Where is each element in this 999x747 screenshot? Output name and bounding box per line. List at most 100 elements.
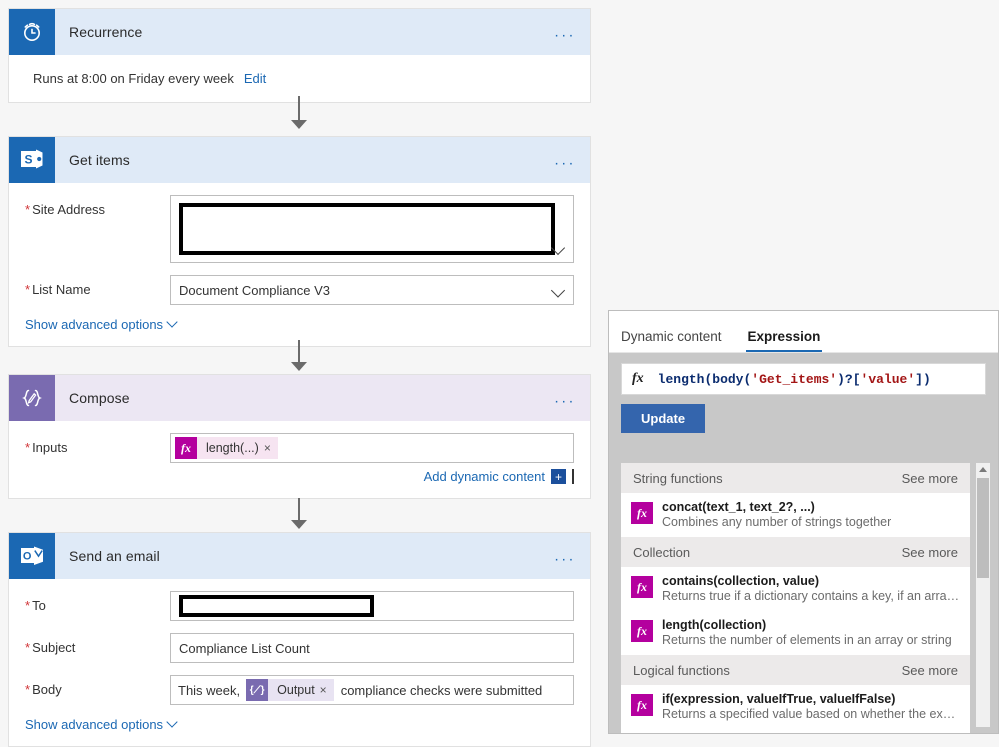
expression-panel: Dynamic content Expression fx length(bod…: [608, 310, 999, 734]
chevron-down-icon[interactable]: [552, 241, 565, 254]
card-header[interactable]: O Send an email ...: [9, 533, 590, 579]
list-name-value: Document Compliance V3: [179, 282, 331, 298]
update-button[interactable]: Update: [621, 404, 706, 433]
card-header[interactable]: S Get items ...: [9, 137, 590, 183]
dynamic-content-token-chip[interactable]: {⟋} Output ×: [246, 679, 334, 701]
edit-link[interactable]: Edit: [244, 71, 266, 86]
card-title: Compose: [69, 390, 130, 406]
required-marker: *: [25, 440, 31, 455]
body-prefix-text: This week,: [178, 682, 241, 698]
field-row-inputs: * Inputs fx length(...) × Add dynamic con…: [25, 433, 574, 484]
required-marker: *: [25, 640, 31, 655]
list-name-input[interactable]: Document Compliance V3: [170, 275, 574, 305]
flow-step-get-items[interactable]: S Get items ... * Site Address * List Na…: [8, 136, 591, 347]
remove-token-icon[interactable]: ×: [264, 441, 278, 455]
update-button-wrap: Update: [609, 395, 998, 443]
flow-step-compose[interactable]: Compose ... * Inputs fx length(...) × Ad…: [8, 374, 591, 499]
expression-input[interactable]: fx length(body('Get_items')?['value']): [621, 363, 986, 395]
group-label: Collection: [633, 544, 691, 560]
advanced-options-row: Show advanced options: [25, 317, 574, 332]
body-suffix-text: compliance checks were submitted: [340, 682, 543, 698]
remove-token-icon[interactable]: ×: [320, 683, 334, 697]
card-title: Send an email: [69, 548, 160, 564]
group-label: String functions: [633, 470, 723, 486]
plus-icon[interactable]: +: [551, 469, 566, 484]
function-description: Returns the number of elements in an arr…: [662, 633, 952, 647]
card-menu-button[interactable]: ...: [554, 25, 576, 40]
to-label: * To: [25, 598, 46, 613]
function-group-header-string-functions: String functions See more: [621, 463, 970, 493]
expression-editor-wrap: fx length(body('Get_items')?['value']): [609, 353, 998, 395]
chevron-down-icon: [168, 718, 177, 727]
field-row-site-address: * Site Address: [25, 195, 574, 263]
function-signature: if(expression, valueIfTrue, valueIfFalse…: [662, 692, 896, 706]
card-menu-button[interactable]: ...: [554, 391, 576, 406]
show-advanced-options-link[interactable]: Show advanced options: [25, 317, 177, 332]
compose-braces-icon: {⟋}: [246, 679, 269, 701]
see-more-link[interactable]: See more: [902, 545, 958, 560]
redacted-value: [179, 203, 555, 255]
body-input[interactable]: This week, {⟋} Output × compliance check…: [170, 675, 574, 705]
card-header[interactable]: Compose ...: [9, 375, 590, 421]
field-row-to: * To: [25, 591, 574, 621]
token-label: Output: [277, 683, 315, 697]
body-label: * Body: [25, 682, 62, 697]
card-header[interactable]: Recurrence ...: [9, 9, 590, 55]
connector-arrow-2: [291, 362, 307, 371]
expr-part-fn2: )?[: [837, 371, 861, 387]
function-description: Returns a specified value based on wheth…: [662, 707, 960, 721]
card-menu-button[interactable]: ...: [554, 153, 576, 168]
flow-step-send-an-email[interactable]: O Send an email ... * To * Subject Compl…: [8, 532, 591, 747]
scrollbar-thumb[interactable]: [977, 478, 989, 578]
see-more-link[interactable]: See more: [902, 471, 958, 486]
connector-arrow-1: [291, 120, 307, 129]
card-menu-button[interactable]: ...: [554, 549, 576, 564]
show-advanced-options-link[interactable]: Show advanced options: [25, 717, 177, 732]
redacted-value: [179, 595, 374, 617]
add-dynamic-content-row: Add dynamic content +: [170, 469, 574, 484]
function-group-header-collection: Collection See more: [621, 537, 970, 567]
sharepoint-icon: S: [9, 137, 55, 183]
function-list[interactable]: String functions See more fx concat(text…: [621, 463, 970, 733]
connector-arrow-3: [291, 520, 307, 529]
function-description: Returns true if a dictionary contains a …: [662, 589, 960, 603]
flow-step-recurrence[interactable]: Recurrence ... Runs at 8:00 on Friday ev…: [8, 8, 591, 103]
panel-tabs: Dynamic content Expression: [609, 311, 998, 353]
function-list-scrollbar[interactable]: [976, 463, 990, 727]
subject-input[interactable]: Compliance List Count: [170, 633, 574, 663]
svg-text:S: S: [24, 153, 32, 167]
tab-dynamic-content[interactable]: Dynamic content: [621, 329, 722, 352]
add-dynamic-content-link[interactable]: Add dynamic content: [424, 469, 545, 484]
required-marker: *: [25, 598, 31, 613]
function-description: Combines any number of strings together: [662, 515, 892, 529]
expression-token-chip[interactable]: fx length(...) ×: [175, 437, 278, 459]
required-marker: *: [25, 202, 31, 217]
required-marker: *: [25, 682, 31, 697]
function-signature: contains(collection, value): [662, 574, 819, 588]
advanced-options-row: Show advanced options: [25, 717, 574, 732]
function-list-item[interactable]: fx length(collection) Returns the number…: [621, 611, 970, 655]
function-list-item[interactable]: fx contains(collection, value) Returns t…: [621, 567, 970, 611]
fx-icon: fx: [632, 371, 644, 386]
function-group-header-logical-functions: Logical functions See more: [621, 655, 970, 685]
expr-part-fn1: length(body(: [657, 371, 752, 387]
see-more-link[interactable]: See more: [902, 663, 958, 678]
list-name-label: * List Name: [25, 282, 91, 297]
panel-callout-pointer: [609, 453, 610, 473]
function-list-item[interactable]: fx concat(text_1, text_2?, ...) Combines…: [621, 493, 970, 537]
required-marker: *: [25, 282, 31, 297]
inputs-input[interactable]: fx length(...) ×: [170, 433, 574, 463]
site-address-input[interactable]: [170, 195, 574, 263]
flow-canvas: Recurrence ... Runs at 8:00 on Friday ev…: [0, 0, 600, 747]
expr-part-str2: 'value': [860, 371, 916, 387]
to-input[interactable]: [170, 591, 574, 621]
text-caret: [572, 469, 574, 484]
chevron-down-icon[interactable]: [552, 284, 565, 297]
scroll-up-arrow-icon[interactable]: [976, 463, 990, 476]
recurrence-summary: Runs at 8:00 on Friday every week: [33, 71, 234, 86]
fx-icon: fx: [631, 620, 653, 642]
function-list-item[interactable]: fx if(expression, valueIfTrue, valueIfFa…: [621, 685, 970, 729]
tab-expression[interactable]: Expression: [745, 329, 823, 352]
site-address-label: * Site Address: [25, 202, 106, 217]
inputs-label: * Inputs: [25, 440, 68, 455]
